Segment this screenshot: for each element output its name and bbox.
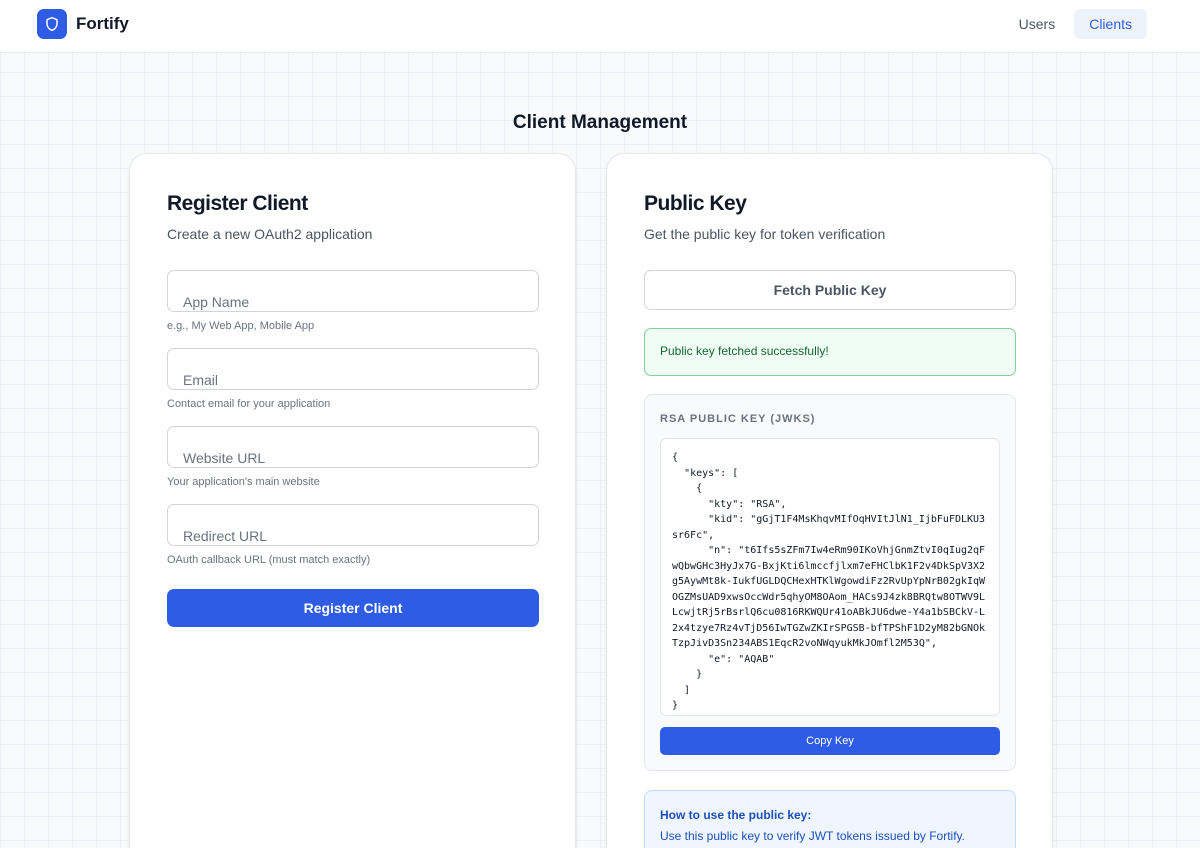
- nav-item-users[interactable]: Users: [1004, 9, 1071, 39]
- app-name-helper: e.g., My Web App, Mobile App: [167, 320, 315, 332]
- register-card-subtitle: Create a new OAuth2 application: [167, 226, 373, 242]
- email-field-group: Email Contact email for your application: [167, 348, 539, 410]
- usage-info-box: How to use the public key: Use this publ…: [644, 790, 1016, 848]
- app-name-input-box: App Name: [167, 270, 539, 312]
- shield-icon: [37, 9, 67, 39]
- success-alert: Public key fetched successfully!: [644, 328, 1016, 376]
- copy-key-button[interactable]: Copy Key: [660, 727, 1000, 755]
- redirect-url-field-group: Redirect URL OAuth callback URL (must ma…: [167, 504, 539, 566]
- redirect-url-input-box: Redirect URL: [167, 504, 539, 546]
- rsa-key-panel: RSA PUBLIC KEY (JWKS) { "keys": [ { "kty…: [644, 394, 1016, 771]
- email-helper: Contact email for your application: [167, 398, 331, 410]
- public-key-card-subtitle: Get the public key for token verificatio…: [644, 226, 886, 242]
- info-text: Use this public key to verify JWT tokens…: [660, 829, 965, 843]
- email-input-box: Email: [167, 348, 539, 390]
- register-client-card: Register Client Create a new OAuth2 appl…: [129, 153, 576, 848]
- info-title: How to use the public key:: [660, 808, 812, 822]
- public-key-card: Public Key Get the public key for token …: [606, 153, 1053, 848]
- website-url-field-group: Website URL Your application's main webs…: [167, 426, 539, 488]
- jwks-code-block[interactable]: { "keys": [ { "kty": "RSA", "kid": "gGjT…: [660, 438, 1000, 716]
- redirect-url-helper: OAuth callback URL (must match exactly): [167, 554, 371, 566]
- redirect-url-input[interactable]: [168, 505, 538, 545]
- register-client-button[interactable]: Register Client: [167, 589, 539, 627]
- main-nav: Users Clients: [1000, 9, 1147, 39]
- email-input[interactable]: [168, 349, 538, 389]
- fetch-public-key-button[interactable]: Fetch Public Key: [644, 270, 1016, 310]
- key-panel-title: RSA PUBLIC KEY (JWKS): [660, 413, 816, 425]
- public-key-card-title: Public Key: [644, 192, 747, 215]
- website-url-helper: Your application's main website: [167, 476, 320, 488]
- register-card-title: Register Client: [167, 192, 308, 215]
- nav-item-clients[interactable]: Clients: [1074, 9, 1147, 39]
- app-name-field-group: App Name e.g., My Web App, Mobile App: [167, 270, 539, 332]
- top-nav-bar: Fortify Users Clients: [0, 0, 1200, 53]
- website-url-input-box: Website URL: [167, 426, 539, 468]
- brand-name: Fortify: [76, 14, 129, 33]
- website-url-input[interactable]: [168, 427, 538, 467]
- brand[interactable]: Fortify: [37, 9, 129, 39]
- app-name-input[interactable]: [168, 271, 538, 311]
- page-title: Client Management: [512, 112, 688, 133]
